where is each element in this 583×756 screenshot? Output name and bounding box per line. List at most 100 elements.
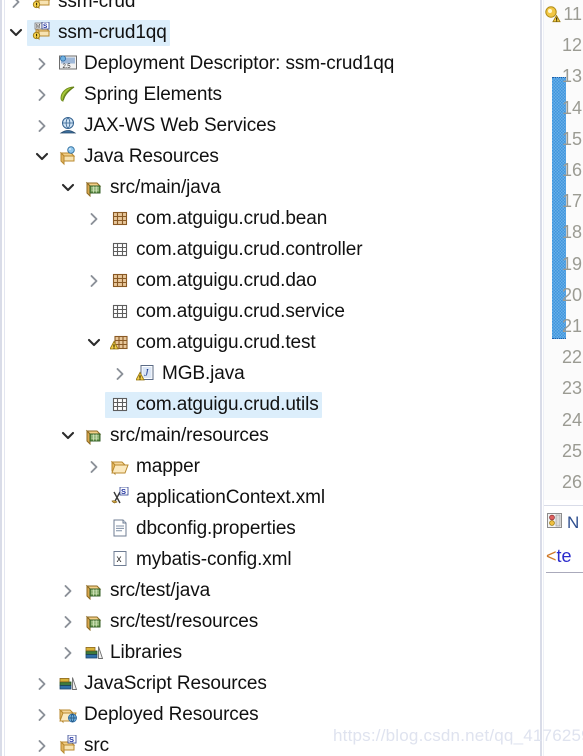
- tree-item[interactable]: SapplicationContext.xml: [105, 485, 328, 511]
- editor-line-number: 11: [563, 4, 582, 24]
- chevron-down-icon[interactable]: [57, 430, 79, 441]
- chevron-right-icon[interactable]: [83, 212, 105, 226]
- chevron-right-icon[interactable]: [57, 646, 79, 660]
- tree-row[interactable]: com.atguigu.crud.controller: [5, 234, 540, 265]
- tree-row[interactable]: 2.5 Deployment Descriptor: ssm-crud1qq: [5, 48, 540, 79]
- chevron-down-icon[interactable]: [5, 27, 27, 38]
- chevron-right-icon[interactable]: [31, 57, 53, 71]
- tree-row[interactable]: JavaScript Resources: [5, 668, 540, 699]
- editor-line-number: 19: [561, 253, 582, 274]
- chevron-right-icon[interactable]: [5, 0, 27, 9]
- tree-row[interactable]: com.atguigu.crud.bean: [5, 203, 540, 234]
- tree-item[interactable]: x mybatis-config.xml: [105, 547, 295, 573]
- tree-item[interactable]: src/test/resources: [79, 609, 261, 635]
- chevron-right-icon[interactable]: [57, 615, 79, 629]
- tree-item[interactable]: Deployed Resources: [53, 702, 262, 728]
- lower-panel-tab[interactable]: N: [546, 512, 579, 534]
- tree-row[interactable]: mapper: [5, 451, 540, 482]
- tree-item[interactable]: mapper: [105, 454, 203, 480]
- tree-row[interactable]: Java Resources: [5, 141, 540, 172]
- warning-marker-icon[interactable]: [544, 6, 561, 23]
- tree-row[interactable]: Ssrc: [5, 730, 540, 756]
- tree-item[interactable]: com.atguigu.crud.dao: [105, 268, 320, 294]
- chevron-down-icon[interactable]: [83, 337, 105, 348]
- tree-item-label: dbconfig.properties: [136, 517, 296, 539]
- tree-item[interactable]: src/main/java: [79, 175, 224, 201]
- tree-row[interactable]: Libraries: [5, 637, 540, 668]
- tree-row[interactable]: SapplicationContext.xml: [5, 482, 540, 513]
- chevron-right-icon[interactable]: [83, 460, 105, 474]
- tree-row[interactable]: MS ssm-crud: [5, 0, 540, 17]
- tree-item[interactable]: com.atguigu.crud.test: [105, 330, 319, 356]
- tree-item[interactable]: 2.5 Deployment Descriptor: ssm-crud1qq: [53, 51, 397, 77]
- package-empty-icon: [108, 300, 132, 322]
- tree-item[interactable]: J MGB.java: [131, 361, 248, 387]
- tree-item[interactable]: Java Resources: [53, 144, 222, 170]
- tree-item[interactable]: com.atguigu.crud.bean: [105, 206, 330, 232]
- tree-row[interactable]: com.atguigu.crud.utils: [5, 389, 540, 420]
- editor-line-number: 16: [561, 160, 582, 180]
- tree-item-label: Libraries: [110, 641, 182, 663]
- tree-row[interactable]: src/test/java: [5, 575, 540, 606]
- tree-item[interactable]: com.atguigu.crud.utils: [105, 391, 322, 418]
- source-folder-icon: [82, 610, 106, 632]
- java-resources-icon: [56, 145, 80, 167]
- chevron-down-icon[interactable]: [31, 151, 53, 162]
- chevron-right-icon[interactable]: [31, 739, 53, 753]
- chevron-right-icon[interactable]: [31, 677, 53, 691]
- editor-line-number: 13: [561, 66, 582, 87]
- tree-row[interactable]: dbconfig.properties: [5, 513, 540, 544]
- spring-leaf-icon: [56, 83, 80, 105]
- tree-row[interactable]: J MGB.java: [5, 358, 540, 389]
- tree-item-label: src/main/resources: [110, 424, 269, 446]
- tree-item-label: com.atguigu.crud.service: [136, 300, 345, 322]
- tree-row[interactable]: src/test/resources: [5, 606, 540, 637]
- tree-item[interactable]: com.atguigu.crud.controller: [105, 237, 365, 263]
- tree-row[interactable]: com.atguigu.crud.dao: [5, 265, 540, 296]
- tree-row[interactable]: src/main/resources: [5, 420, 540, 451]
- tree-row[interactable]: src/main/java: [5, 172, 540, 203]
- code-snippet-underline: [546, 572, 583, 573]
- project-tree[interactable]: MSssm-crud MSssm-crud1qq 2.5Deployment Des…: [5, 0, 540, 756]
- tree-item[interactable]: JAX-WS Web Services: [53, 113, 279, 139]
- tree-row[interactable]: Deployed Resources: [5, 699, 540, 730]
- tree-row[interactable]: M Sssm-crud1qq: [5, 17, 540, 48]
- package-empty-icon: [108, 238, 132, 260]
- project-explorer-panel: MSssm-crud MSssm-crud1qq 2.5Deployment Des…: [0, 0, 540, 756]
- tree-item-label: JavaScript Resources: [84, 672, 267, 694]
- chevron-right-icon[interactable]: [109, 367, 131, 381]
- xml-file-icon: x: [108, 548, 132, 570]
- tree-item[interactable]: Ssrc: [53, 733, 112, 756]
- tree-item[interactable]: M Sssm-crud1qq: [27, 19, 170, 46]
- tree-row[interactable]: x mybatis-config.xml: [5, 544, 540, 575]
- svg-text:J: J: [144, 368, 149, 379]
- source-folder-icon: [82, 579, 106, 601]
- tree-item[interactable]: JavaScript Resources: [53, 671, 270, 697]
- tree-item[interactable]: com.atguigu.crud.service: [105, 299, 348, 325]
- chevron-right-icon[interactable]: [83, 274, 105, 288]
- tree-item-label: ssm-crud1qq: [58, 21, 167, 43]
- java-file-warning-icon: J: [134, 362, 158, 384]
- tree-item[interactable]: MS ssm-crud: [27, 0, 138, 15]
- chevron-right-icon[interactable]: [31, 119, 53, 133]
- tree-item-label: mybatis-config.xml: [136, 548, 292, 570]
- tree-row[interactable]: com.atguigu.crud.test: [5, 327, 540, 358]
- tree-item[interactable]: dbconfig.properties: [105, 516, 299, 542]
- chevron-down-icon[interactable]: [57, 182, 79, 193]
- chevron-right-icon[interactable]: [31, 88, 53, 102]
- svg-text:2.5: 2.5: [63, 64, 72, 70]
- chevron-right-icon[interactable]: [57, 584, 79, 598]
- tree-item[interactable]: src/main/resources: [79, 423, 272, 449]
- tree-item-label: applicationContext.xml: [136, 486, 325, 508]
- tree-row[interactable]: com.atguigu.crud.service: [5, 296, 540, 327]
- tree-item[interactable]: Libraries: [79, 640, 185, 666]
- tree-item[interactable]: src/test/java: [79, 578, 213, 604]
- properties-view-icon: [546, 512, 563, 534]
- tree-row[interactable]: Spring Elements: [5, 79, 540, 110]
- tree-item[interactable]: Spring Elements: [53, 82, 225, 108]
- tree-row[interactable]: JAX-WS Web Services: [5, 110, 540, 141]
- editor-line-number: 22: [561, 347, 582, 368]
- chevron-right-icon[interactable]: [31, 708, 53, 722]
- code-snippet-text: te: [556, 546, 572, 566]
- editor-line-number: 15: [561, 128, 582, 149]
